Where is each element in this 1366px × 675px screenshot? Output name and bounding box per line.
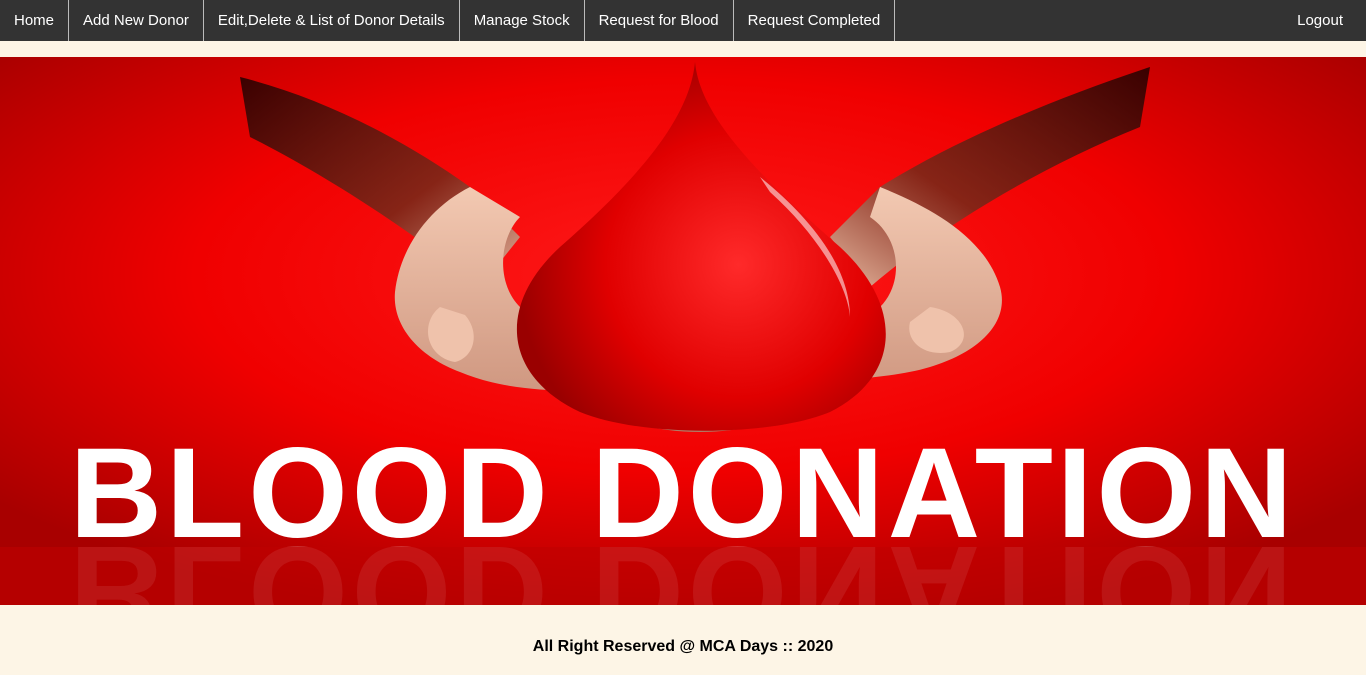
nav-manage-stock-link[interactable]: Manage Stock [460,0,585,41]
banner-graphic: BLOOD DONATION BLOOD DONATION [0,57,1366,605]
top-navbar: Home Add New Donor Edit,Delete & List of… [0,0,1366,41]
footer-copyright: All Right Reserved @ MCA Days :: 2020 [532,638,834,655]
nav-request-completed-link[interactable]: Request Completed [734,0,896,41]
nav-edit-delete-list-donor-link[interactable]: Edit,Delete & List of Donor Details [204,0,460,41]
nav-logout-link[interactable]: Logout [1283,0,1366,41]
nav-home-link[interactable]: Home [0,0,70,41]
reflection-fade [0,547,1366,605]
nav-request-for-blood-link[interactable]: Request for Blood [585,0,734,41]
nav-add-new-donor-link[interactable]: Add New Donor [69,0,204,41]
footer: All Right Reserved @ MCA Days :: 2020 [0,605,1366,675]
blood-donation-banner: BLOOD DONATION BLOOD DONATION [0,57,1366,605]
